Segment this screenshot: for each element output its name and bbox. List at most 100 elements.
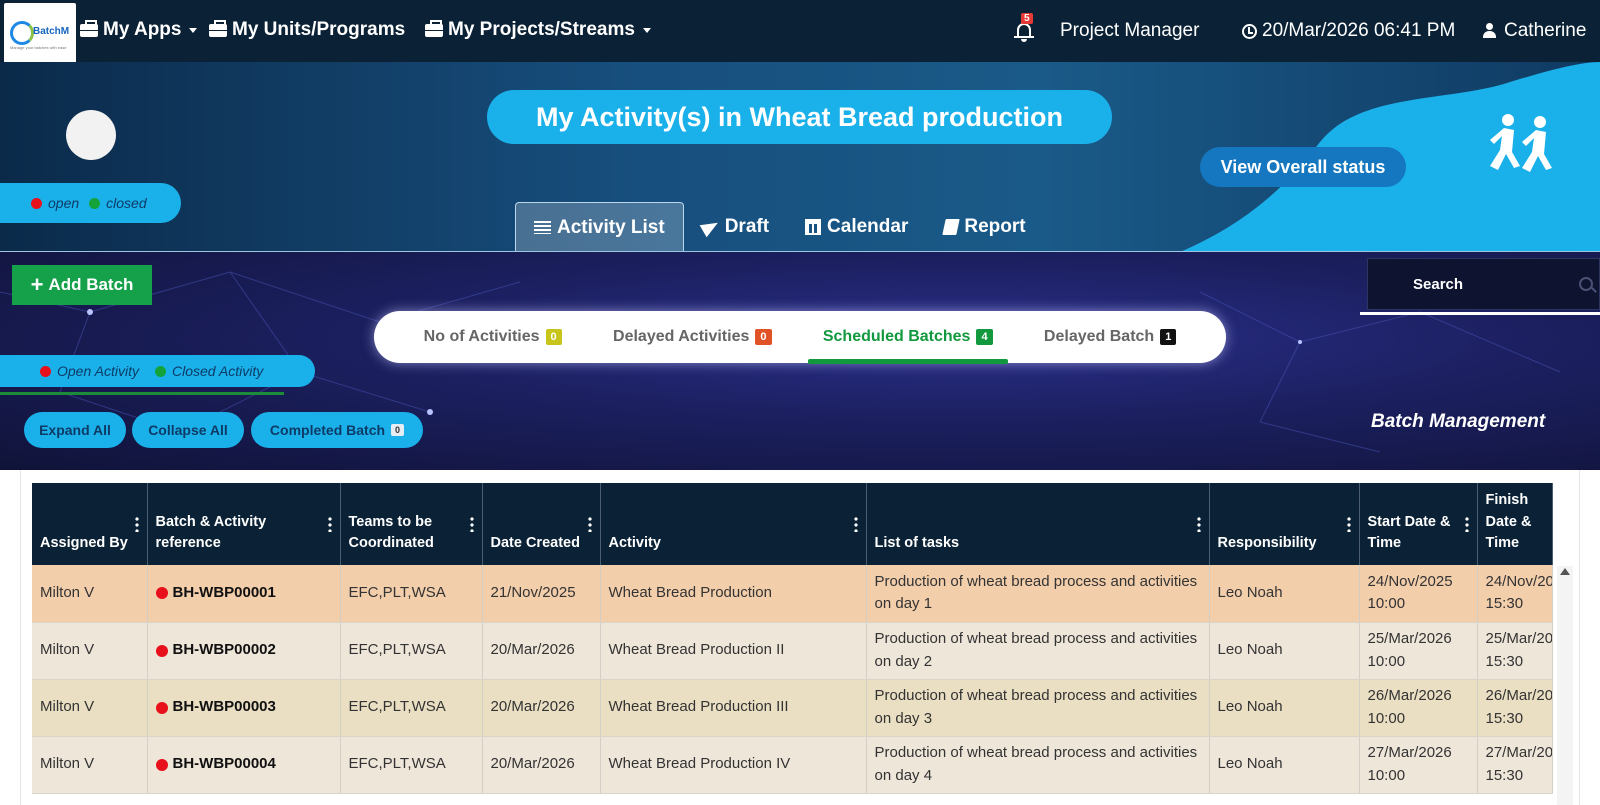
counter-delayed-activities[interactable]: Delayed Activities 0 — [613, 311, 772, 363]
search-input[interactable]: Search — [1367, 258, 1600, 310]
start-date: 26/Mar/2026 — [1367, 687, 1452, 704]
tab-activity-list[interactable]: Activity List — [515, 202, 684, 251]
counter-scheduled-batches[interactable]: Scheduled Batches 4 — [807, 311, 1008, 364]
menu-my-projects-streams[interactable]: My Projects/Streams — [425, 19, 651, 41]
column-menu-icon[interactable] — [1196, 516, 1201, 532]
column-header[interactable]: Teams to be Coordinated — [340, 483, 483, 565]
column-header-label: Assigned By — [40, 535, 128, 552]
tab-report[interactable]: Report — [926, 202, 1043, 251]
tab-draft[interactable]: Draft — [684, 202, 787, 251]
table-row[interactable]: Milton V BH-WBP00001 EFC,PLT,WSA 21/Nov/… — [32, 565, 1553, 623]
activity-cell: Wheat Bread Production IV — [600, 736, 867, 794]
view-overall-status-button[interactable]: View Overall status — [1200, 147, 1406, 187]
menu-label: My Apps — [103, 19, 182, 40]
batch-ref[interactable]: BH-WBP00004 — [173, 753, 276, 776]
responsibility-cell: Leo Noah — [1209, 679, 1360, 737]
counter-delayed-batch[interactable]: Delayed Batch 1 — [1044, 311, 1177, 363]
completed-batch-button[interactable]: Completed Batch 0 — [251, 412, 423, 448]
counter-tabs: No of Activities 0 Delayed Activities 0 … — [374, 311, 1226, 364]
user-menu[interactable]: Catherine — [1483, 20, 1586, 42]
top-navbar: BatchM Manage your batches with ease My … — [0, 0, 1600, 63]
finish-time: 15:30 — [1485, 766, 1524, 784]
column-menu-icon[interactable] — [853, 516, 858, 532]
table-row[interactable]: Milton V BH-WBP00004 EFC,PLT,WSA 20/Mar/… — [32, 736, 1553, 794]
responsibility-cell: Leo Noah — [1209, 736, 1360, 794]
menu-my-units-programs[interactable]: My Units/Programs — [209, 19, 405, 41]
column-header-label: List of tasks — [874, 535, 960, 552]
column-header[interactable]: List of tasks — [866, 483, 1210, 565]
tab-label: Report — [964, 216, 1026, 237]
scroll-up-arrow-icon[interactable] — [1560, 568, 1570, 575]
table-row[interactable]: Milton V BH-WBP00003 EFC,PLT,WSA 20/Mar/… — [32, 679, 1553, 737]
column-header[interactable]: Responsibility — [1209, 483, 1360, 565]
user-name: Catherine — [1504, 20, 1587, 41]
column-header[interactable]: Start Date & Time — [1359, 483, 1478, 565]
tab-label: Draft — [724, 216, 770, 237]
batchm-logo[interactable]: BatchM Manage your batches with ease — [4, 3, 76, 63]
counter-no-of-activities[interactable]: No of Activities 0 — [424, 311, 562, 363]
column-menu-icon[interactable] — [587, 516, 592, 532]
finish-time: 15:30 — [1485, 595, 1524, 613]
column-menu-icon[interactable] — [134, 516, 139, 532]
column-menu-icon[interactable] — [469, 516, 474, 532]
tab-calendar[interactable]: Calendar — [787, 202, 926, 251]
legend-open-activity: Open Activity — [57, 363, 139, 379]
collapse-all-button[interactable]: Collapse All — [132, 412, 244, 448]
batch-ref[interactable]: BH-WBP00002 — [173, 639, 276, 662]
assigned-by-cell: Milton V — [32, 622, 148, 680]
search-icon[interactable] — [1579, 277, 1593, 291]
legend-closed-activity: Closed Activity — [171, 363, 264, 379]
list-icon — [534, 221, 551, 234]
start-date: 25/Mar/2026 — [1367, 630, 1452, 647]
closed-dot-icon — [154, 365, 166, 377]
start-time: 10:00 — [1367, 595, 1406, 613]
table-row[interactable]: Milton V BH-WBP00002 EFC,PLT,WSA 20/Mar/… — [32, 622, 1553, 680]
add-batch-button[interactable]: + Add Batch — [12, 265, 152, 305]
start-time: 10:00 — [1367, 766, 1406, 784]
logo-mark-icon — [10, 21, 34, 45]
batch-ref[interactable]: BH-WBP00003 — [173, 696, 276, 719]
search-underline — [1360, 312, 1600, 315]
counter-badge: 0 — [545, 329, 562, 345]
legend-closed-label: closed — [106, 195, 147, 211]
counter-label: Scheduled Batches — [822, 328, 971, 345]
column-menu-icon[interactable] — [1346, 516, 1351, 532]
date-created-cell: 21/Nov/2025 — [482, 565, 601, 623]
date-created-cell: 20/Mar/2026 — [482, 679, 601, 737]
column-header[interactable]: Date Created — [482, 483, 601, 565]
completed-batch-label: Completed Batch — [269, 422, 386, 438]
column-header[interactable]: Assigned By — [32, 483, 148, 565]
role-dropdown[interactable]: Project Manager — [1060, 20, 1199, 42]
closed-dot-icon — [89, 197, 101, 209]
completed-batch-count: 0 — [391, 424, 405, 436]
tasks-cell: Production of wheat bread process and ac… — [866, 679, 1210, 737]
table-vertical-scrollbar[interactable] — [1557, 566, 1573, 805]
batch-ref-cell[interactable]: BH-WBP00002 — [147, 622, 341, 680]
briefcase-icon — [209, 19, 227, 37]
activity-cell: Wheat Bread Production — [600, 565, 867, 623]
column-header[interactable]: Batch & Activity reference — [147, 483, 341, 565]
column-header-label: Batch & Activity reference — [155, 513, 267, 552]
counter-badge: 1 — [1160, 329, 1177, 345]
open-status-dot-icon — [155, 587, 168, 600]
menu-my-apps[interactable]: My Apps — [80, 19, 198, 41]
column-header[interactable]: Activity — [600, 483, 867, 565]
start-cell: 24/Nov/2025 10:00 — [1359, 565, 1478, 623]
finish-cell: 26/Mar/2026 15:30 — [1477, 679, 1553, 737]
start-cell: 26/Mar/2026 10:00 — [1359, 679, 1478, 737]
batch-ref[interactable]: BH-WBP00001 — [173, 582, 276, 605]
teams-cell: EFC,PLT,WSA — [340, 679, 483, 737]
teams-cell: EFC,PLT,WSA — [340, 622, 483, 680]
notification-bell-icon[interactable]: 5 — [1014, 13, 1034, 42]
column-menu-icon[interactable] — [1464, 516, 1469, 532]
column-menu-icon[interactable] — [327, 516, 332, 532]
column-header[interactable]: Finish Date & Time — [1477, 483, 1553, 565]
responsibility-cell: Leo Noah — [1209, 622, 1360, 680]
batch-ref-cell[interactable]: BH-WBP00001 — [147, 565, 341, 623]
briefcase-icon — [425, 19, 443, 37]
batch-ref-cell[interactable]: BH-WBP00004 — [147, 736, 341, 794]
expand-all-button[interactable]: Expand All — [24, 412, 126, 448]
datetime-text: 20/Mar/2026 06:41 PM — [1262, 20, 1456, 41]
caret-down-icon — [189, 27, 198, 33]
batch-ref-cell[interactable]: BH-WBP00003 — [147, 679, 341, 737]
